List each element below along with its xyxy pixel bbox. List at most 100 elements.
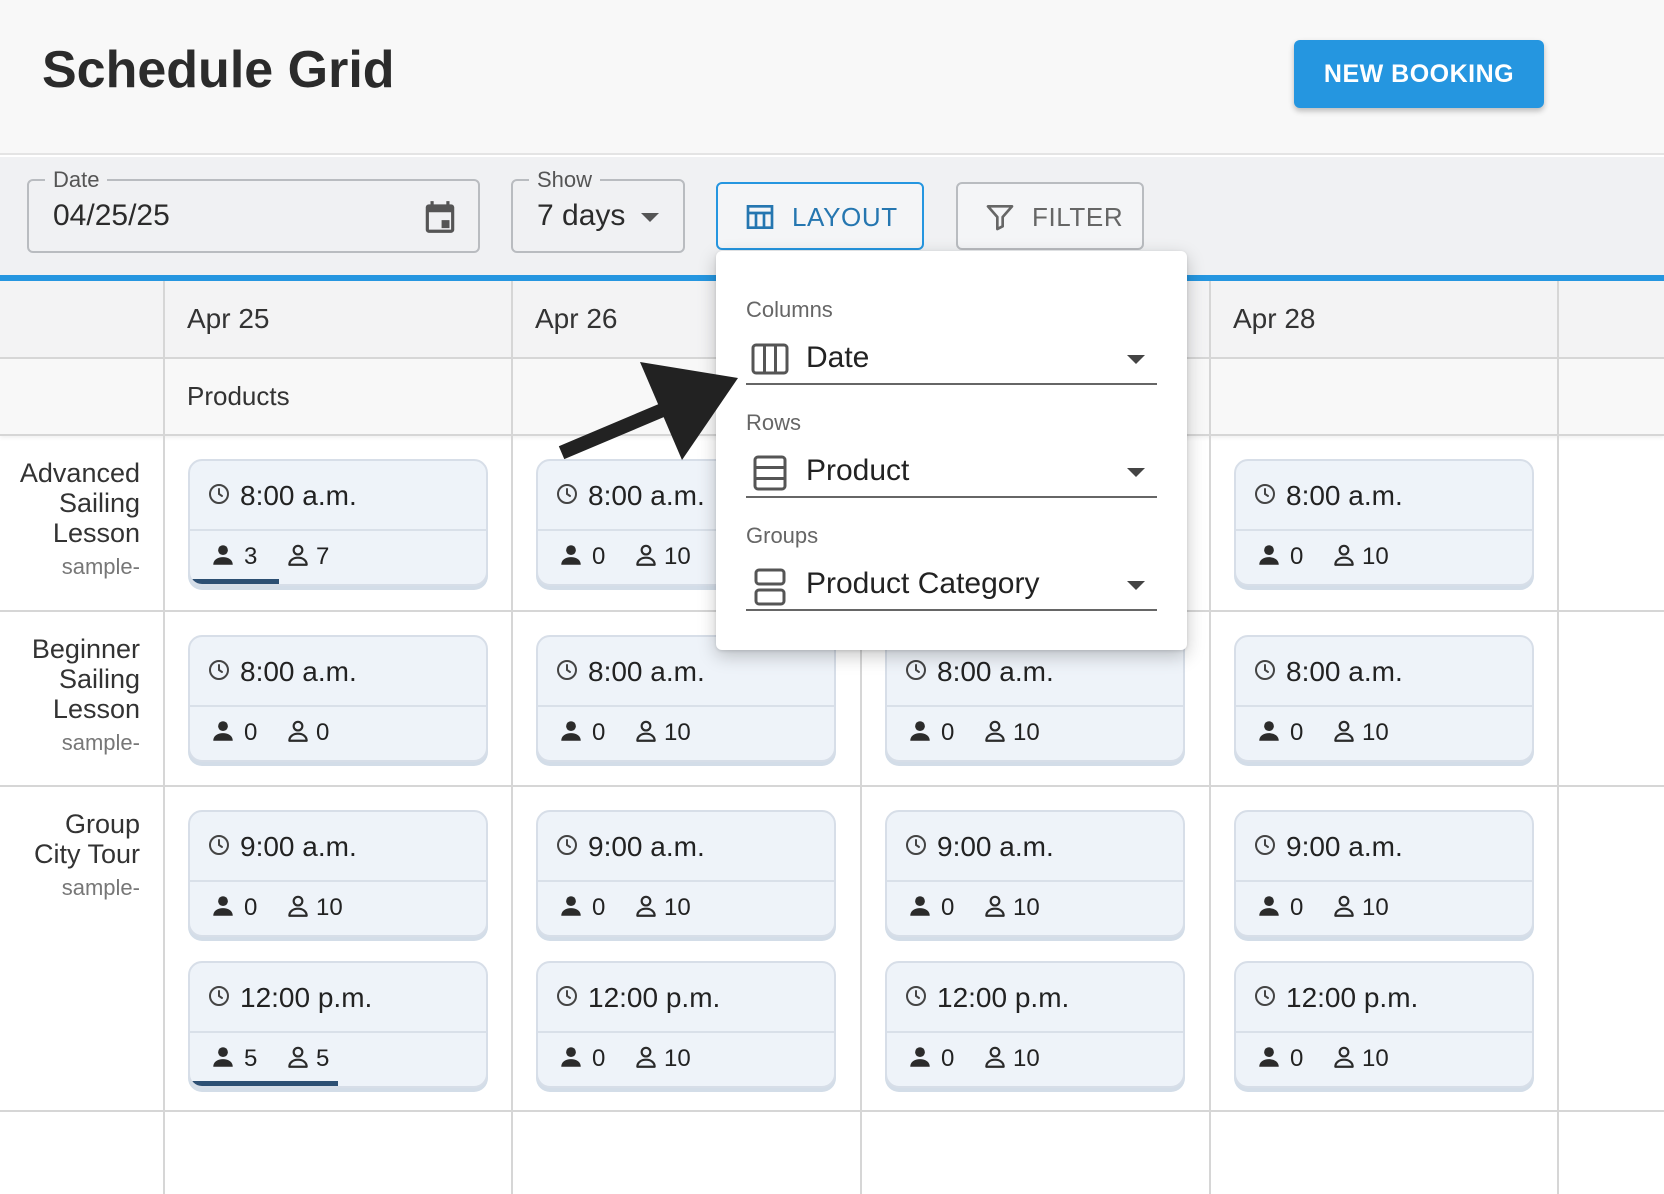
- slot-time: 9:00 a.m.: [588, 831, 705, 862]
- product-name-line: Lesson: [52, 694, 140, 724]
- slot-time: 8:00 a.m.: [937, 656, 1054, 687]
- slot-capacity-count: 0: [316, 719, 330, 746]
- booked-person-icon: [1256, 542, 1282, 573]
- slot-booked-count: 0: [1290, 543, 1304, 570]
- rows-select[interactable]: Product: [746, 450, 1157, 498]
- booked-person-icon: [1256, 1044, 1282, 1075]
- clock-icon: [1253, 658, 1277, 687]
- date-field-value[interactable]: 04/25/25: [53, 199, 170, 233]
- filter-button[interactable]: FILTER: [956, 182, 1144, 250]
- clock-icon: [1253, 833, 1277, 862]
- capacity-person-icon: [285, 1044, 311, 1075]
- capacity-person-icon: [285, 542, 311, 573]
- grid-row-divider: [0, 785, 1664, 787]
- time-slot-card[interactable]: 8:00 a.m. 3 7: [188, 459, 488, 586]
- booked-person-icon: [907, 1044, 933, 1075]
- time-slot-card[interactable]: 12:00 p.m. 5 5: [188, 961, 488, 1088]
- rows-label: Rows: [746, 410, 802, 435]
- slot-time: 8:00 a.m.: [240, 480, 357, 511]
- capacity-person-icon: [633, 542, 659, 573]
- capacity-person-icon: [633, 1044, 659, 1075]
- slot-booked-count: 0: [941, 1045, 955, 1072]
- slot-capacity-count: 10: [1362, 894, 1389, 921]
- calendar-icon[interactable]: [421, 197, 459, 237]
- date-field[interactable]: Date 04/25/25: [27, 167, 480, 253]
- booked-person-icon: [558, 718, 584, 749]
- slot-divider: [887, 880, 1183, 882]
- slot-booked-count: 5: [244, 1045, 258, 1072]
- show-select[interactable]: Show 7 days: [511, 167, 685, 253]
- columns-select[interactable]: Date: [746, 337, 1157, 385]
- booked-person-icon: [558, 1044, 584, 1075]
- booked-person-icon: [210, 718, 236, 749]
- slot-booked-count: 3: [244, 543, 258, 570]
- slot-time: 12:00 p.m.: [588, 982, 721, 1013]
- layout-popover: Columns Date Rows Product Groups Product…: [716, 251, 1187, 650]
- new-booking-button[interactable]: NEW BOOKING: [1294, 40, 1544, 108]
- booked-person-icon: [907, 893, 933, 924]
- slot-booked-count: 0: [592, 719, 606, 746]
- groups-select[interactable]: Product Category: [746, 563, 1157, 611]
- chevron-down-icon: [1127, 581, 1145, 590]
- grid-row-divider: [0, 1110, 1664, 1112]
- chevron-down-icon: [1127, 468, 1145, 477]
- slot-capacity-count: 5: [316, 1045, 330, 1072]
- slot-time: 9:00 a.m.: [937, 831, 1054, 862]
- capacity-person-icon: [285, 893, 311, 924]
- capacity-person-icon: [1331, 1044, 1357, 1075]
- slot-divider: [1236, 705, 1532, 707]
- groups-select-value: Product Category: [806, 567, 1040, 600]
- booked-person-icon: [1256, 718, 1282, 749]
- slot-booked-count: 0: [941, 719, 955, 746]
- slot-booked-count: 0: [592, 894, 606, 921]
- time-slot-card[interactable]: 12:00 p.m. 0 10: [885, 961, 1185, 1088]
- clock-icon: [207, 658, 231, 687]
- slot-capacity-count: 10: [1362, 1045, 1389, 1072]
- slot-capacity-count: 10: [664, 719, 691, 746]
- capacity-person-icon: [285, 718, 311, 749]
- product-name-line: Sailing: [58, 488, 140, 518]
- slot-capacity-count: 10: [1013, 894, 1040, 921]
- date-column-header: Apr 25: [187, 303, 270, 334]
- time-slot-card[interactable]: 8:00 a.m. 0 10: [536, 635, 836, 762]
- time-slot-card[interactable]: 8:00 a.m. 0 10: [1234, 635, 1534, 762]
- slot-capacity-count: 10: [1362, 543, 1389, 570]
- clock-icon: [904, 833, 928, 862]
- time-slot-card[interactable]: 9:00 a.m. 0 10: [1234, 810, 1534, 937]
- time-slot-card[interactable]: 8:00 a.m. 0 10: [885, 635, 1185, 762]
- capacity-person-icon: [1331, 542, 1357, 573]
- slot-time: 9:00 a.m.: [240, 831, 357, 862]
- layout-button-label: LAYOUT: [792, 202, 898, 232]
- rows-select-value: Product: [806, 454, 910, 487]
- time-slot-card[interactable]: 9:00 a.m. 0 10: [885, 810, 1185, 937]
- time-slot-card[interactable]: 12:00 p.m. 0 10: [536, 961, 836, 1088]
- clock-icon: [555, 984, 579, 1013]
- product-row-header: Beginner Sailing Lesson sample-: [0, 634, 140, 756]
- time-slot-card[interactable]: 9:00 a.m. 0 10: [188, 810, 488, 937]
- date-field-label: Date: [45, 167, 108, 193]
- time-slot-card[interactable]: 8:00 a.m. 0 10: [1234, 459, 1534, 586]
- groups-label: Groups: [746, 523, 819, 548]
- grid-column-divider: [1557, 281, 1559, 1194]
- page-title: Schedule Grid: [42, 41, 395, 99]
- product-sku: sample-: [61, 730, 140, 755]
- date-column-header: Apr 28: [1233, 303, 1316, 334]
- time-slot-card[interactable]: 8:00 a.m. 0 0: [188, 635, 488, 762]
- slot-time: 12:00 p.m.: [937, 982, 1070, 1013]
- clock-icon: [555, 833, 579, 862]
- grid-column-divider: [511, 281, 513, 1194]
- layout-button[interactable]: LAYOUT: [716, 182, 924, 250]
- slot-capacity-count: 7: [316, 543, 330, 570]
- time-slot-card[interactable]: 12:00 p.m. 0 10: [1234, 961, 1534, 1088]
- slot-capacity-count: 10: [1362, 719, 1389, 746]
- time-slot-card[interactable]: 9:00 a.m. 0 10: [536, 810, 836, 937]
- clock-icon: [1253, 984, 1277, 1013]
- slot-time: 8:00 a.m.: [240, 656, 357, 687]
- slot-time: 9:00 a.m.: [1286, 831, 1403, 862]
- slot-booked-count: 0: [592, 543, 606, 570]
- filter-icon: [986, 205, 1014, 231]
- clock-icon: [555, 658, 579, 687]
- slot-divider: [887, 705, 1183, 707]
- show-select-value: 7 days: [537, 199, 626, 232]
- clock-icon: [207, 984, 231, 1013]
